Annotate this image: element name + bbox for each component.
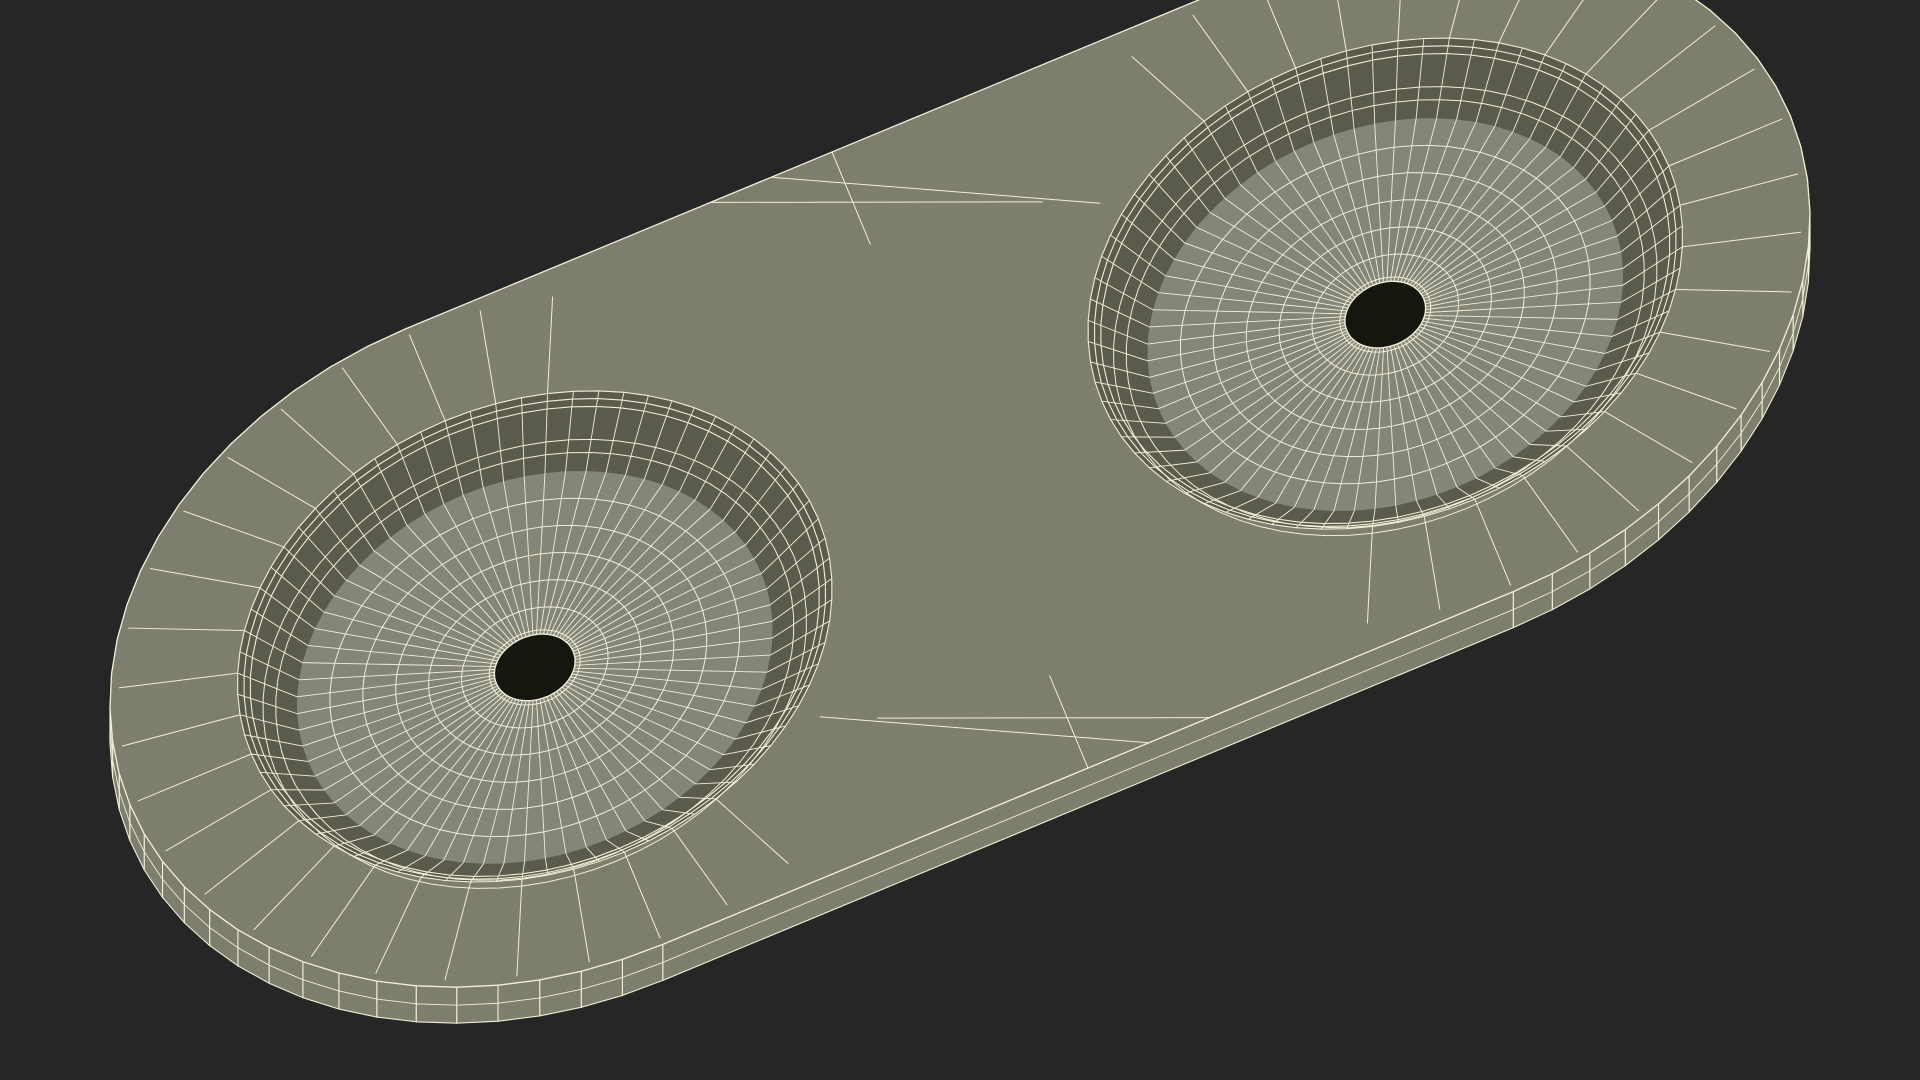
tray-wireframe-render xyxy=(109,0,1811,1024)
panel-edge xyxy=(877,717,1210,719)
panel-edge xyxy=(710,201,1043,203)
render-viewport[interactable] xyxy=(0,0,1920,1080)
